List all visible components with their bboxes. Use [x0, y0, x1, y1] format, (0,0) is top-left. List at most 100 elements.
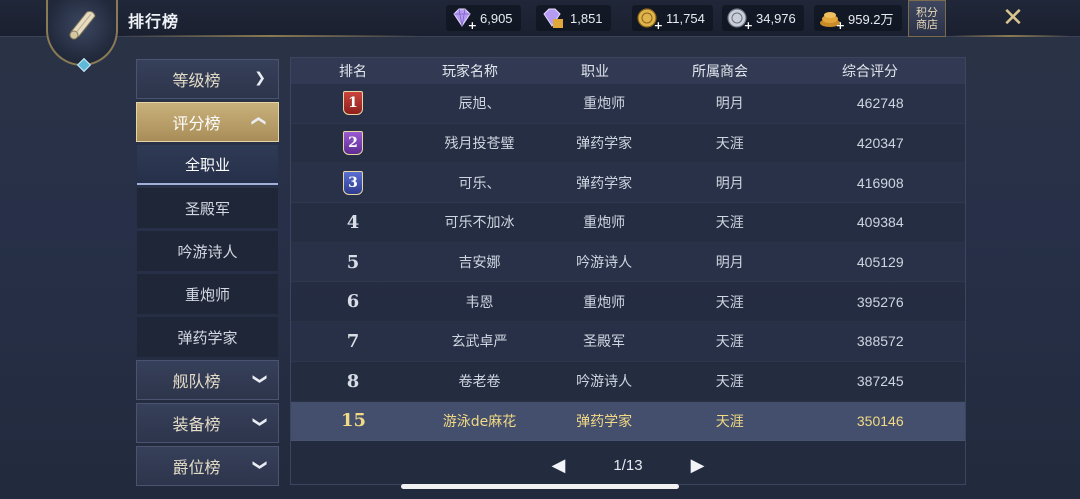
rank-number: 8 [346, 370, 360, 392]
self-ranking-row[interactable]: 15 游泳de麻花 弹药学家 天涯 350146 [291, 401, 965, 442]
table-row[interactable]: 5 吉安娜 吟游诗人 明月 405129 [291, 242, 965, 283]
category-score-ranking[interactable]: 评分榜 ❯ [136, 102, 279, 142]
player-guild: 明月 [715, 96, 744, 113]
next-page-icon[interactable]: ▶ [683, 455, 713, 476]
rank-number: 4 [346, 211, 360, 233]
category-equipment-ranking[interactable]: 装备榜 ❯ [136, 403, 279, 443]
table-row[interactable]: 1 辰旭、 重炮师 明月 462748 [291, 84, 965, 124]
table-row[interactable]: 2 残月投苍璧 弹药学家 天涯 420347 [291, 123, 965, 164]
player-guild: 天涯 [715, 334, 744, 351]
chevron-down-icon: ❯ [252, 459, 269, 471]
table-row[interactable]: 7 玄武卓严 圣殿军 天涯 388572 [291, 322, 965, 362]
rank-cell: 3 [291, 170, 415, 195]
player-name: 吉安娜 [458, 255, 501, 272]
sub-item-all-classes[interactable]: 全职业 [137, 145, 278, 185]
scroll-icon [69, 11, 96, 40]
player-class: 弹药学家 [576, 136, 633, 153]
player-score: 388572 [856, 333, 904, 350]
currency-value: 6,905 [480, 10, 513, 26]
self-player-class: 弹药学家 [576, 413, 633, 430]
table-row[interactable]: 4 可乐不加冰 重炮师 天涯 409384 [291, 203, 965, 243]
gold-pile-icon: + [818, 7, 845, 32]
header-rank: 排名 [339, 64, 367, 80]
rank-cell: 6 [291, 291, 415, 312]
sub-item-templar[interactable]: 圣殿军 [137, 188, 278, 228]
self-rank-number: 15 [341, 410, 367, 432]
rank-cell: 15 [291, 410, 415, 431]
player-name: 辰旭、 [458, 96, 501, 113]
self-player-name: 游泳de麻花 [442, 413, 517, 430]
header-score: 综合评分 [842, 64, 898, 80]
player-guild: 天涯 [715, 374, 744, 391]
silver-coin-icon: + [726, 7, 753, 32]
table-row[interactable]: 3 可乐、 弹药学家 明月 416908 [291, 163, 965, 204]
player-guild: 明月 [715, 255, 744, 272]
category-label: 等级榜 [172, 71, 221, 90]
player-name: 可乐不加冰 [444, 215, 515, 232]
sub-item-ammo-expert[interactable]: 弹药学家 [137, 317, 278, 357]
player-class: 重炮师 [583, 294, 626, 311]
sub-item-bard[interactable]: 吟游诗人 [137, 231, 278, 271]
rank-number: 7 [346, 330, 360, 352]
rank-cell: 2 [291, 131, 415, 156]
player-score: 416908 [856, 174, 904, 191]
category-label: 爵位榜 [172, 458, 221, 477]
header-guild: 所属商会 [692, 64, 748, 80]
category-level-ranking[interactable]: 等级榜 ❯ [136, 59, 279, 99]
player-score: 387245 [856, 373, 904, 390]
category-label: 评分榜 [172, 114, 221, 133]
points-shop-label: 积分商店 [916, 5, 938, 31]
leaderboard-emblem [46, 0, 118, 73]
currency-silver-coin[interactable]: + 34,976 [722, 5, 804, 32]
prev-page-icon[interactable]: ◀ [543, 455, 573, 476]
rank-cell: 7 [291, 331, 415, 352]
diamond-plus-icon: + [450, 7, 477, 32]
player-class: 弹药学家 [576, 175, 633, 192]
player-score: 420347 [856, 135, 904, 152]
sub-item-heavy-gunner[interactable]: 重炮师 [137, 274, 278, 314]
currency-diamond[interactable]: + 6,905 [446, 5, 521, 32]
pagination: ◀ 1/13 ▶ [291, 450, 965, 480]
currency-bound-diamond[interactable]: 1,851 [536, 5, 611, 31]
rank-cell: 4 [291, 212, 415, 233]
currency-gold-pile[interactable]: + 959.2万 [814, 5, 902, 32]
player-name: 韦恩 [465, 294, 494, 311]
player-score: 395276 [856, 293, 904, 310]
ranking-panel: 排名 玩家名称 职业 所属商会 综合评分 1 辰旭、 重炮师 明月 462748… [290, 57, 966, 485]
ranking-rows: 1 辰旭、 重炮师 明月 462748 2 残月投苍璧 弹药学家 天涯 4203… [291, 84, 965, 442]
gold-coin-icon: + [636, 7, 663, 32]
category-label: 舰队榜 [172, 372, 221, 391]
header-ornament [950, 35, 1070, 37]
player-guild: 天涯 [715, 215, 744, 232]
chevron-up-icon: ❯ [250, 115, 267, 127]
category-title-ranking[interactable]: 爵位榜 ❯ [136, 446, 279, 486]
emblem-gem-icon [76, 57, 92, 73]
self-player-score: 350146 [856, 412, 904, 429]
player-guild: 明月 [715, 175, 744, 192]
page-title: 排行榜 [128, 12, 180, 31]
chevron-down-icon: ❯ [252, 416, 269, 428]
player-score: 409384 [856, 214, 904, 231]
table-row[interactable]: 6 韦恩 重炮师 天涯 395276 [291, 282, 965, 323]
currency-value: 959.2万 [848, 11, 894, 27]
rank-3-badge-icon: 3 [343, 170, 363, 195]
diamond-bound-icon [540, 7, 564, 29]
home-indicator[interactable] [401, 484, 679, 489]
points-shop-button[interactable]: 积分商店 [908, 0, 946, 37]
currency-gold-coin[interactable]: + 11,754 [632, 5, 713, 32]
player-guild: 天涯 [715, 136, 744, 153]
category-fleet-ranking[interactable]: 舰队榜 ❯ [136, 360, 279, 400]
rank-cell: 5 [291, 252, 415, 273]
rank-1-badge-icon: 1 [343, 91, 363, 116]
self-player-guild: 天涯 [715, 413, 744, 430]
player-class: 吟游诗人 [576, 255, 633, 272]
header-class: 职业 [581, 64, 609, 80]
chevron-down-icon: ❯ [252, 373, 269, 385]
table-row[interactable]: 8 卷老卷 吟游诗人 天涯 387245 [291, 361, 965, 402]
close-icon[interactable]: ✕ [998, 3, 1028, 33]
currency-value: 11,754 [666, 10, 705, 26]
ranking-category-menu: 等级榜 ❯ 评分榜 ❯ 全职业 圣殿军 吟游诗人 重炮师 弹药学家 舰队榜 ❯ … [136, 59, 279, 489]
chevron-down-icon: ❯ [254, 70, 266, 86]
player-name: 玄武卓严 [451, 334, 508, 351]
header-ornament [120, 35, 420, 37]
